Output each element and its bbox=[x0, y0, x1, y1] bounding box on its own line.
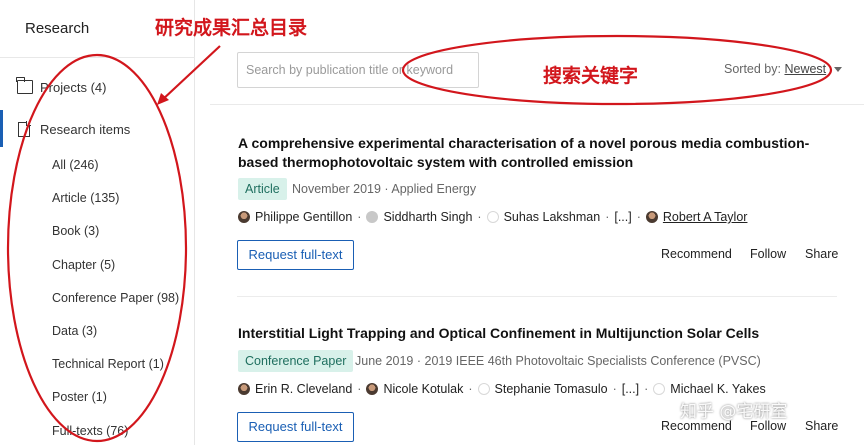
sidebar-item-projects[interactable]: Projects (4) bbox=[0, 77, 195, 96]
sidebar-subitem-technical-report[interactable]: Technical Report (1) bbox=[52, 357, 164, 371]
follow-button[interactable]: Follow bbox=[750, 247, 786, 261]
search-annotation-text: 搜索关键字 bbox=[543, 65, 639, 87]
sidebar-item-label: Research items bbox=[40, 121, 131, 137]
publication-title-link[interactable]: Interstitial Light Trapping and Optical … bbox=[238, 324, 838, 343]
author-list: Philippe Gentillon · Siddharth Singh · S… bbox=[238, 210, 747, 224]
author-link[interactable]: Erin R. Cleveland bbox=[255, 382, 352, 396]
sidebar-item-label: Projects (4) bbox=[40, 79, 107, 95]
author-link[interactable]: Siddharth Singh bbox=[383, 210, 472, 224]
share-button[interactable]: Share bbox=[805, 247, 838, 261]
sidebar-subitem-book[interactable]: Book (3) bbox=[52, 224, 99, 238]
avatar bbox=[238, 383, 250, 395]
card-divider bbox=[237, 296, 837, 297]
recommend-button[interactable]: Recommend bbox=[661, 247, 732, 261]
request-full-text-button[interactable]: Request full-text bbox=[237, 412, 354, 442]
avatar bbox=[238, 211, 250, 223]
watermark: 知乎 @宅研室 bbox=[680, 402, 788, 422]
sidebar-divider bbox=[0, 57, 195, 58]
document-icon bbox=[18, 120, 31, 137]
author-link[interactable]: Robert A Taylor bbox=[663, 210, 748, 224]
sort-value[interactable]: Newest bbox=[784, 62, 826, 76]
request-full-text-button[interactable]: Request full-text bbox=[237, 240, 354, 270]
author-link[interactable]: Michael K. Yakes bbox=[670, 382, 765, 396]
separator: · bbox=[636, 210, 641, 224]
sidebar-annotation-text: 研究成果汇总目录 bbox=[155, 17, 308, 39]
sidebar-subitem-data[interactable]: Data (3) bbox=[52, 324, 97, 338]
author-link[interactable]: Nicole Kotulak bbox=[383, 382, 463, 396]
author-list: Erin R. Cleveland · Nicole Kotulak · Ste… bbox=[238, 382, 766, 396]
separator: · bbox=[605, 210, 610, 224]
publication-type-badge: Article bbox=[238, 178, 287, 200]
sidebar-subitem-article[interactable]: Article (135) bbox=[52, 191, 119, 205]
publication-meta: November 2019 · Applied Energy bbox=[292, 182, 477, 196]
avatar bbox=[477, 383, 490, 395]
chevron-down-icon[interactable] bbox=[833, 67, 842, 73]
separator: · bbox=[468, 382, 473, 396]
search-input[interactable] bbox=[238, 53, 478, 87]
folder-icon bbox=[16, 77, 33, 94]
sidebar-subitem-poster[interactable]: Poster (1) bbox=[52, 390, 107, 404]
separator: · bbox=[357, 210, 362, 224]
separator: · bbox=[612, 382, 617, 396]
search-box[interactable] bbox=[237, 52, 479, 88]
sidebar-subitem-full-texts[interactable]: Full-texts (76) bbox=[52, 424, 128, 438]
sidebar-subitem-all[interactable]: All (246) bbox=[52, 158, 99, 172]
sidebar-title: Research bbox=[25, 20, 90, 37]
sidebar: Research Projects (4) Research items All… bbox=[0, 0, 195, 445]
share-button[interactable]: Share bbox=[805, 419, 838, 433]
avatar bbox=[366, 383, 379, 395]
author-link[interactable]: Suhas Lakshman bbox=[504, 210, 601, 224]
author-link[interactable]: Philippe Gentillon bbox=[255, 210, 352, 224]
separator: · bbox=[357, 382, 362, 396]
more-authors-link[interactable]: [...] bbox=[622, 382, 639, 396]
avatar bbox=[366, 211, 379, 223]
sidebar-item-research-items[interactable]: Research items bbox=[0, 119, 195, 139]
sidebar-subitem-conference-paper[interactable]: Conference Paper (98) bbox=[52, 291, 179, 305]
sort-control[interactable]: Sorted by: Newest bbox=[724, 62, 842, 76]
publication-title-link[interactable]: A comprehensive experimental characteris… bbox=[238, 134, 838, 172]
avatar bbox=[486, 211, 499, 223]
more-authors-link[interactable]: [...] bbox=[614, 210, 631, 224]
toolbar-divider bbox=[210, 104, 864, 105]
publication-meta: June 2019 · 2019 IEEE 46th Photovoltaic … bbox=[355, 354, 761, 368]
separator: · bbox=[644, 382, 649, 396]
publication-type-badge: Conference Paper bbox=[238, 350, 354, 372]
avatar bbox=[653, 383, 666, 395]
sort-label: Sorted by: bbox=[724, 62, 781, 76]
separator: · bbox=[477, 210, 482, 224]
avatar bbox=[645, 211, 658, 223]
sidebar-subitem-chapter[interactable]: Chapter (5) bbox=[52, 258, 115, 272]
author-link[interactable]: Stephanie Tomasulo bbox=[495, 382, 608, 396]
